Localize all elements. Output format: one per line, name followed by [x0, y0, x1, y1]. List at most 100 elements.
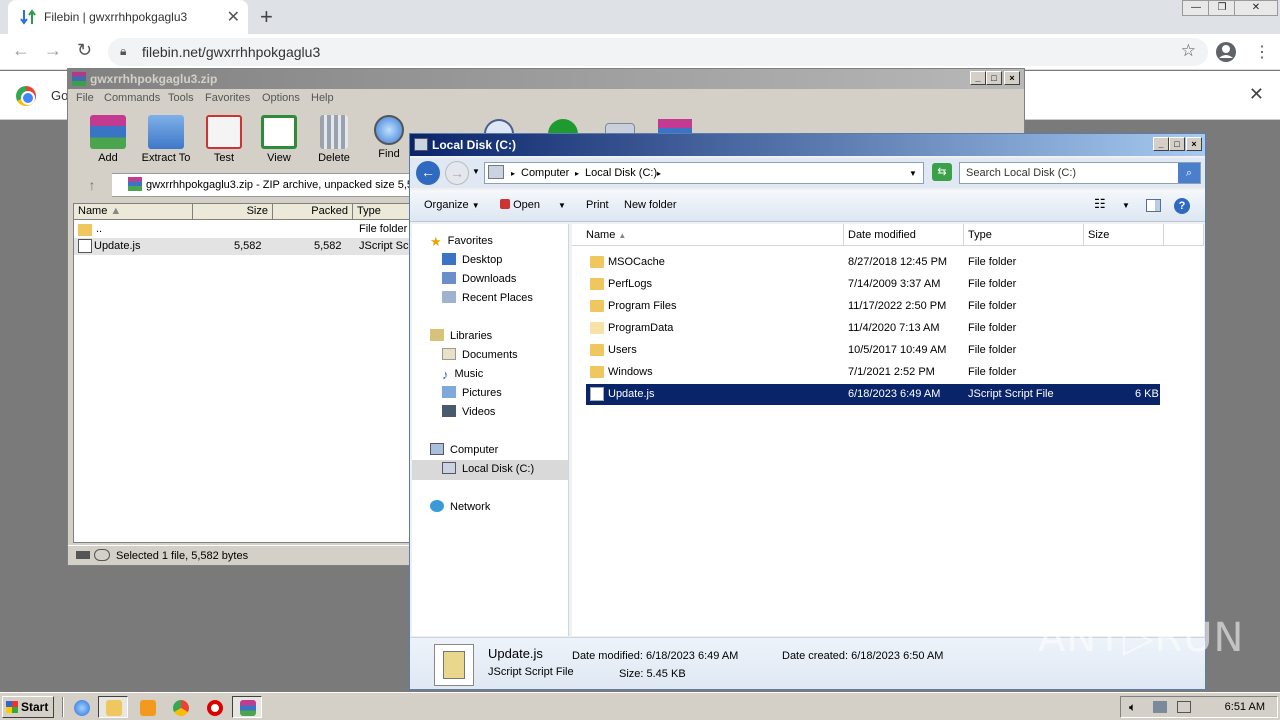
- column-size[interactable]: Size: [193, 204, 273, 220]
- column-size[interactable]: Size: [1084, 224, 1164, 246]
- bookmark-star-icon[interactable]: ☆: [1181, 41, 1196, 61]
- test-button[interactable]: Test: [194, 115, 254, 164]
- search-input[interactable]: Search Local Disk (C:) ⌕: [959, 162, 1201, 184]
- file-row[interactable]: MSOCache 8/27/2018 12:45 PM File folder: [586, 252, 1160, 273]
- explorer-minimize-button[interactable]: _: [1153, 137, 1169, 151]
- menu-favorites[interactable]: Favorites: [205, 92, 250, 104]
- winrar-title: gwxrrhhpokgaglu3.zip: [90, 72, 218, 86]
- new-folder-button[interactable]: New folder: [624, 199, 677, 211]
- search-icon[interactable]: ⌕: [1178, 163, 1200, 183]
- nav-desktop[interactable]: Desktop: [442, 253, 502, 271]
- taskbar-ie[interactable]: [66, 696, 96, 718]
- nav-local-disk-selected[interactable]: Local Disk (C:): [412, 460, 568, 480]
- address-dropdown-icon[interactable]: ▼: [909, 169, 917, 178]
- file-row[interactable]: Users 10/5/2017 10:49 AM File folder: [586, 340, 1160, 361]
- nav-favorites[interactable]: ★ Favorites: [430, 234, 493, 252]
- taskbar-media-player[interactable]: [132, 696, 162, 718]
- breadcrumb-chevron-icon[interactable]: ▸: [657, 169, 661, 178]
- winrar-path-text: gwxrrhhpokgaglu3.zip - ZIP archive, unpa…: [146, 179, 413, 191]
- file-row[interactable]: PerfLogs 7/14/2009 3:37 AM File folder: [586, 274, 1160, 295]
- winrar-menubar: File Commands Tools Favorites Options He…: [68, 89, 1024, 109]
- file-row[interactable]: Program Files 11/17/2022 2:50 PM File fo…: [586, 296, 1160, 317]
- nav-documents[interactable]: Documents: [442, 348, 518, 366]
- taskbar-chrome[interactable]: [165, 696, 195, 718]
- browser-tab[interactable]: Filebin | gwxrrhhpokgaglu3 ✕: [8, 0, 248, 34]
- back-button-icon[interactable]: ←: [416, 161, 440, 185]
- explorer-close-button[interactable]: ×: [1186, 137, 1202, 151]
- column-date-modified[interactable]: Date modified: [844, 224, 964, 246]
- back-arrow-icon[interactable]: ←: [12, 40, 30, 61]
- column-name[interactable]: Name ▲: [74, 204, 193, 220]
- reload-icon[interactable]: ↻: [77, 40, 92, 61]
- refresh-icon[interactable]: ⇆: [932, 163, 952, 181]
- nav-downloads[interactable]: Downloads: [442, 272, 516, 290]
- explorer-navigation-pane: ★ Favorites Desktop Downloads Recent Plac…: [412, 224, 569, 636]
- breadcrumb-computer[interactable]: Computer: [521, 167, 569, 179]
- file-row-selected[interactable]: Update.js 6/18/2023 6:49 AM JScript Scri…: [586, 384, 1160, 405]
- forward-button-icon[interactable]: →: [445, 161, 469, 185]
- nav-computer[interactable]: Computer: [430, 443, 498, 461]
- menu-options[interactable]: Options: [262, 92, 300, 104]
- explorer-maximize-button[interactable]: □: [1169, 137, 1185, 151]
- open-button[interactable]: Open: [500, 199, 540, 211]
- breadcrumb-chevron-icon[interactable]: ▸: [511, 169, 515, 178]
- breadcrumb-chevron-icon[interactable]: ▸: [575, 169, 579, 178]
- infobar-close-icon[interactable]: ✕: [1249, 84, 1264, 105]
- action-center-icon[interactable]: [1177, 701, 1191, 713]
- nav-videos[interactable]: Videos: [442, 405, 495, 423]
- taskbar-opera[interactable]: [199, 696, 229, 718]
- open-dropdown-icon[interactable]: ▼: [558, 201, 566, 210]
- delete-button[interactable]: Delete: [304, 115, 364, 164]
- menu-tools[interactable]: Tools: [168, 92, 194, 104]
- menu-file[interactable]: File: [76, 92, 94, 104]
- extract-to-button[interactable]: Extract To: [136, 115, 196, 164]
- file-row[interactable]: ProgramData 11/4/2020 7:13 AM File folde…: [586, 318, 1160, 339]
- history-dropdown-icon[interactable]: ▼: [472, 167, 480, 176]
- new-tab-button[interactable]: +: [260, 4, 273, 30]
- views-icon[interactable]: ☷: [1094, 196, 1106, 212]
- tab-close-icon[interactable]: ✕: [227, 7, 240, 27]
- nav-libraries[interactable]: Libraries: [430, 329, 492, 347]
- taskbar-winrar[interactable]: [232, 696, 262, 718]
- column-type[interactable]: Type: [964, 224, 1084, 246]
- view-button[interactable]: View: [249, 115, 309, 164]
- file-row[interactable]: Windows 7/1/2021 2:52 PM File folder: [586, 362, 1160, 383]
- volume-icon[interactable]: 🔈︎: [1129, 700, 1136, 715]
- explorer-address-bar[interactable]: ▸ Computer ▸ Local Disk (C:) ▸ ▼: [484, 162, 924, 184]
- file-name: Program Files: [608, 300, 677, 312]
- add-button[interactable]: Add: [78, 115, 138, 164]
- organize-button[interactable]: Organize ▼: [424, 199, 480, 211]
- winrar-close-button[interactable]: ×: [1004, 71, 1020, 85]
- column-packed[interactable]: Packed: [273, 204, 353, 220]
- print-button[interactable]: Print: [586, 199, 609, 211]
- libraries-icon: [430, 329, 444, 341]
- up-arrow-icon[interactable]: ↑: [72, 173, 112, 197]
- profile-avatar-icon[interactable]: [1215, 41, 1237, 63]
- views-dropdown-icon[interactable]: ▼: [1122, 201, 1130, 210]
- pictures-icon: [442, 386, 456, 398]
- column-name[interactable]: Name ▲: [572, 224, 844, 246]
- breadcrumb-local-disk[interactable]: Local Disk (C:): [585, 167, 657, 179]
- file-date: 11/4/2020 7:13 AM: [848, 322, 940, 334]
- forward-arrow-icon[interactable]: →: [44, 40, 62, 61]
- folder-icon: [590, 322, 604, 334]
- nav-recent-places[interactable]: Recent Places: [442, 291, 533, 309]
- address-bar[interactable]: 🔒︎ filebin.net/gwxrrhhpokgaglu3 ☆: [108, 38, 1208, 66]
- menu-help[interactable]: Help: [311, 92, 334, 104]
- network-tray-icon[interactable]: [1153, 701, 1167, 713]
- nav-network[interactable]: Network: [430, 500, 490, 518]
- winrar-minimize-button[interactable]: _: [970, 71, 986, 85]
- browser-restore-button[interactable]: ❐: [1208, 0, 1236, 16]
- start-button[interactable]: Start: [2, 696, 54, 718]
- nav-music[interactable]: ♪ Music: [442, 367, 483, 385]
- nav-pictures[interactable]: Pictures: [442, 386, 502, 404]
- browser-close-button[interactable]: ✕: [1234, 0, 1278, 16]
- browser-minimize-button[interactable]: —: [1182, 0, 1210, 16]
- winrar-maximize-button[interactable]: □: [986, 71, 1002, 85]
- help-icon[interactable]: ?: [1174, 198, 1190, 214]
- taskbar-explorer[interactable]: [98, 696, 128, 718]
- preview-pane-icon[interactable]: [1146, 199, 1161, 212]
- menu-commands[interactable]: Commands: [104, 92, 160, 104]
- computer-icon: [430, 443, 444, 455]
- browser-menu-icon[interactable]: ⋮: [1254, 42, 1270, 62]
